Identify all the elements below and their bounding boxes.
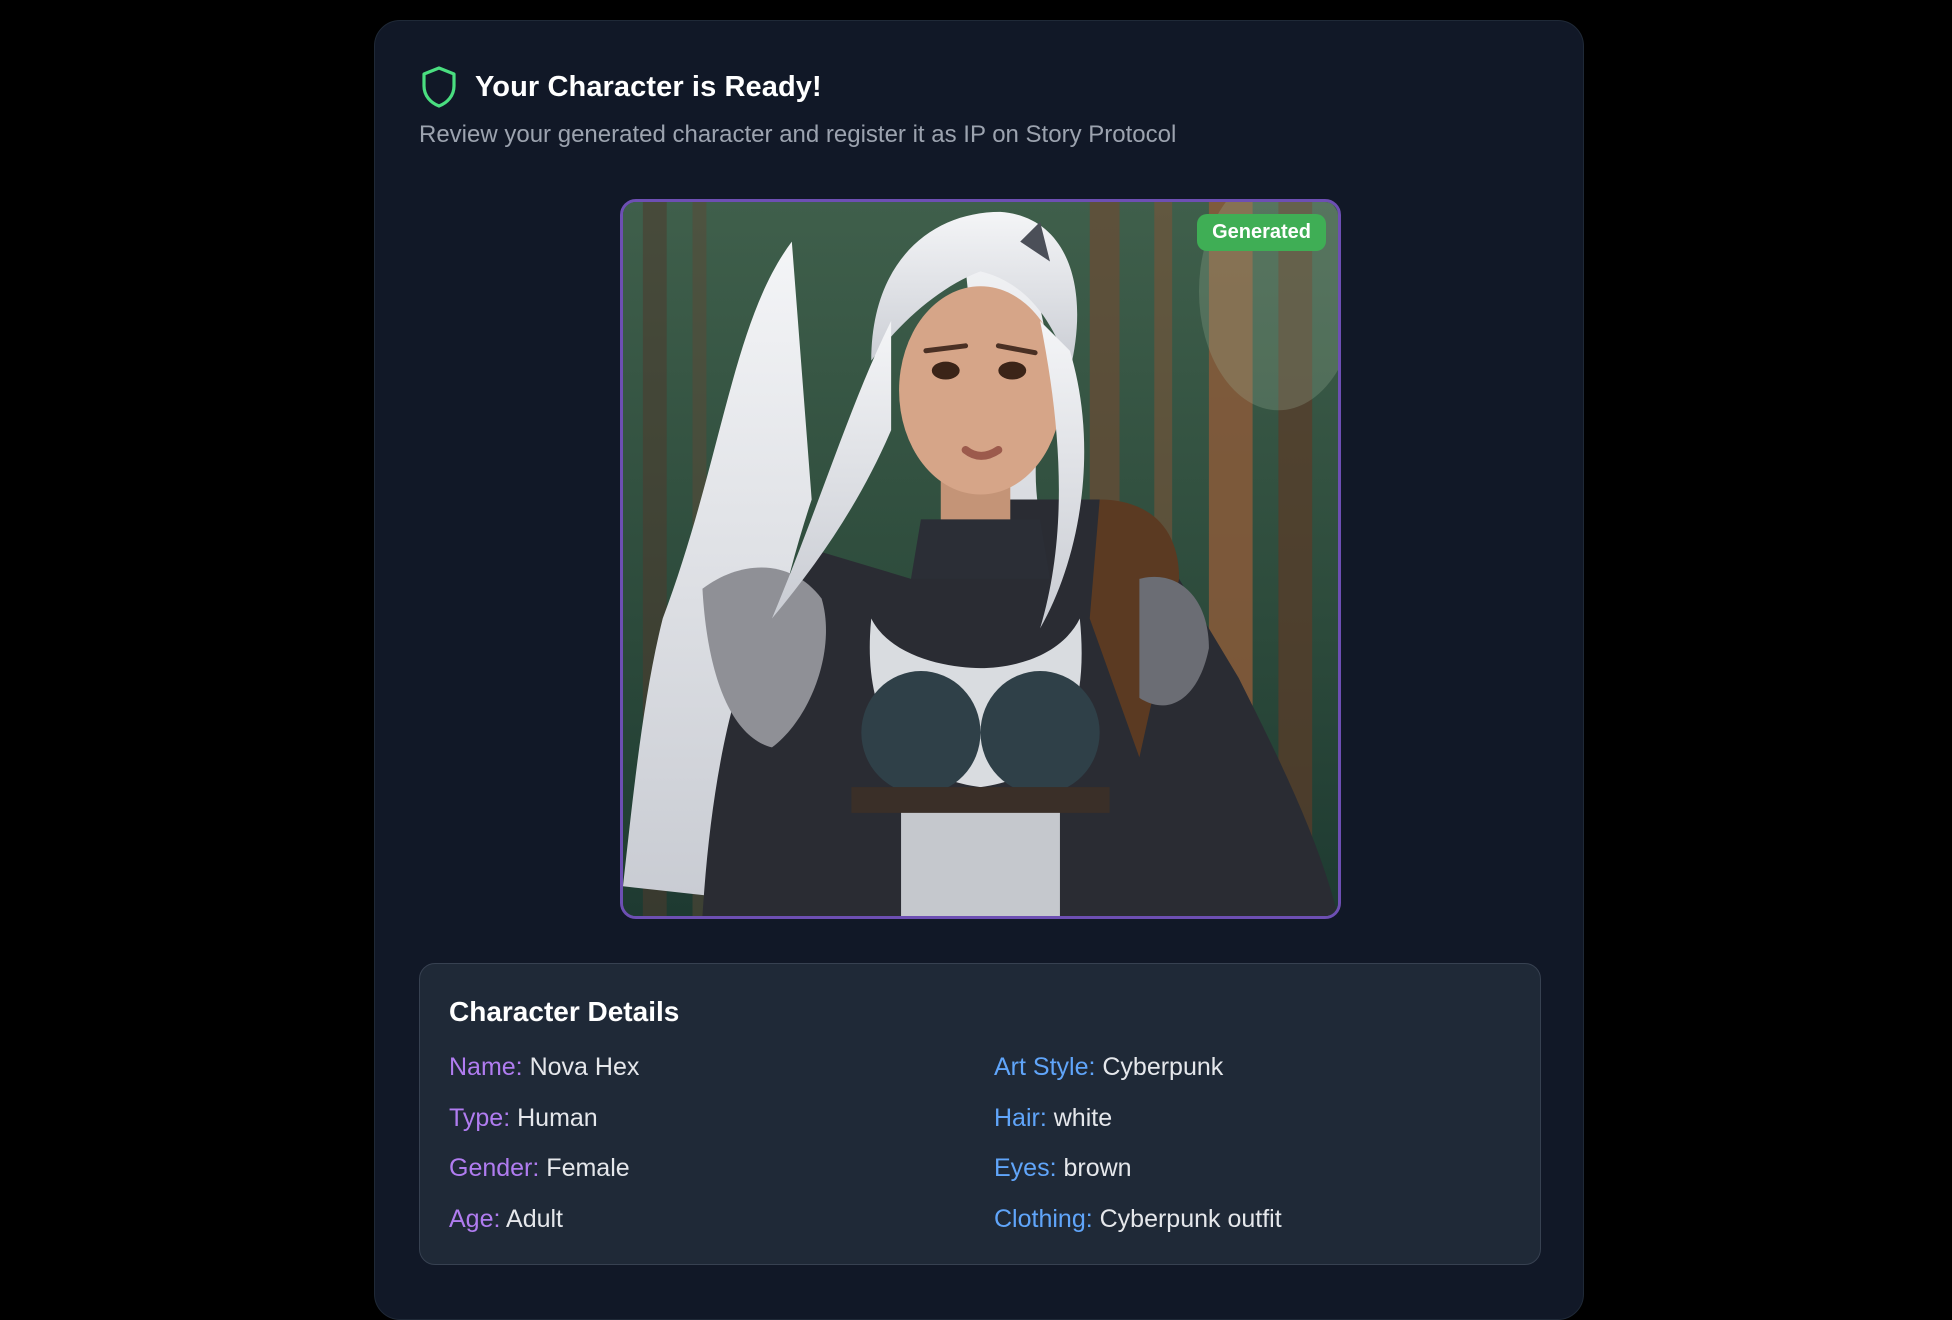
detail-value: white [1053,1103,1113,1132]
detail-hair: Hair: white [994,1101,1282,1152]
detail-key: Age: [449,1204,501,1233]
detail-key: Art Style: [994,1053,1096,1081]
detail-clothing: Clothing: Cyberpunk outfit [994,1202,1282,1253]
shield-icon [422,66,456,108]
detail-key: Clothing: [994,1204,1093,1233]
details-left-column: Name: Nova Hex Type: Human Gender: Femal… [449,1050,639,1252]
details-right-column: Art Style: Cyberpunk Hair: white Eyes: b… [994,1050,1282,1252]
details-title: Character Details [449,996,680,1027]
detail-type: Type: Human [449,1101,639,1152]
character-details-panel: Character Details Name: Nova Hex Type: H… [419,963,1541,1265]
detail-key: Gender: [449,1154,540,1182]
character-image: Generated [620,199,1341,919]
detail-value: brown [1063,1154,1132,1182]
detail-value: Female [546,1154,630,1182]
detail-key: Eyes: [994,1154,1057,1182]
detail-name: Name: Nova Hex [449,1050,639,1101]
detail-value: Human [517,1103,598,1132]
detail-gender: Gender: Female [449,1151,639,1202]
detail-key: Name: [449,1053,523,1081]
detail-age: Age: Adult [449,1202,639,1253]
detail-eyes: Eyes: brown [994,1151,1282,1202]
character-result-card: Your Character is Ready! Review your gen… [374,20,1584,1320]
page-title: Your Character is Ready! [475,70,822,103]
detail-art-style: Art Style: Cyberpunk [994,1050,1282,1101]
detail-value: Adult [506,1204,563,1233]
detail-value: Cyberpunk [1102,1053,1224,1081]
header: Your Character is Ready! [419,65,822,109]
detail-value: Nova Hex [529,1053,640,1081]
character-illustration [623,202,1338,916]
detail-key: Hair: [994,1103,1047,1132]
generated-badge: Generated [1197,214,1326,251]
detail-value: Cyberpunk outfit [1099,1204,1282,1233]
page-subtitle: Review your generated character and regi… [419,121,1177,148]
detail-key: Type: [449,1103,511,1132]
